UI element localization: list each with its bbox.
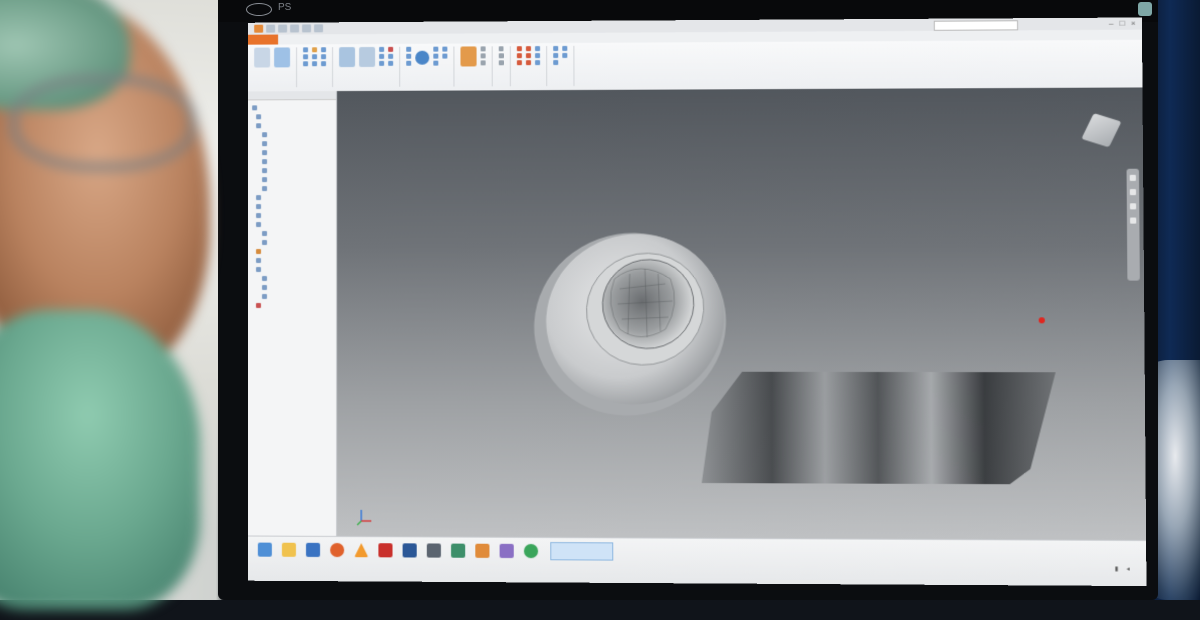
ribbon-button[interactable] bbox=[526, 60, 531, 65]
graphics-viewport[interactable] bbox=[337, 87, 1146, 541]
ribbon-group-convert bbox=[553, 46, 574, 86]
save-icon[interactable] bbox=[290, 24, 299, 32]
photos-icon[interactable] bbox=[500, 544, 514, 558]
app-icon[interactable] bbox=[451, 544, 465, 558]
ribbon-button[interactable] bbox=[442, 47, 447, 52]
ribbon-group-pattern bbox=[460, 46, 492, 86]
surgical-mask bbox=[0, 310, 200, 610]
ribbon-button[interactable] bbox=[499, 53, 504, 58]
marker-point bbox=[1039, 317, 1045, 323]
ribbon-button[interactable] bbox=[433, 54, 438, 59]
globe-icon[interactable] bbox=[415, 51, 429, 65]
cone-icon[interactable] bbox=[354, 543, 368, 557]
ribbon-button[interactable] bbox=[379, 47, 384, 52]
ribbon-button[interactable] bbox=[406, 61, 411, 66]
ribbon-button[interactable] bbox=[312, 47, 317, 52]
ribbon-button[interactable] bbox=[535, 60, 540, 65]
extrude-icon[interactable] bbox=[339, 47, 355, 67]
word-icon[interactable] bbox=[403, 543, 417, 557]
ribbon-button[interactable] bbox=[303, 61, 308, 66]
ribbon-button[interactable] bbox=[553, 53, 558, 58]
look-at-icon[interactable] bbox=[1130, 218, 1136, 224]
close-icon[interactable]: × bbox=[1131, 19, 1136, 28]
ribbon-button[interactable] bbox=[442, 54, 447, 59]
window-controls: – □ × bbox=[1109, 19, 1136, 28]
ribbon-button[interactable] bbox=[303, 47, 308, 52]
ribbon-button[interactable] bbox=[499, 46, 504, 51]
ribbon-button[interactable] bbox=[517, 60, 522, 65]
ribbon-button[interactable] bbox=[553, 60, 558, 65]
autodesk-icon[interactable] bbox=[378, 543, 392, 557]
undo-icon[interactable] bbox=[302, 24, 311, 32]
ribbon-button[interactable] bbox=[433, 47, 438, 52]
ribbon-button[interactable] bbox=[526, 53, 531, 58]
ribbon-button[interactable] bbox=[303, 54, 308, 59]
scan-mesh-surface[interactable] bbox=[701, 372, 1056, 485]
ribbon-button[interactable] bbox=[312, 61, 317, 66]
ribbon-button[interactable] bbox=[406, 47, 411, 52]
create-2d-sketch-icon[interactable] bbox=[274, 47, 290, 67]
ribbon-button[interactable] bbox=[517, 46, 522, 51]
ribbon-button[interactable] bbox=[388, 61, 393, 66]
ribbon-button[interactable] bbox=[535, 46, 540, 51]
help-search-input[interactable] bbox=[934, 20, 1018, 31]
maximize-icon[interactable]: □ bbox=[1120, 19, 1125, 28]
vmware-icon[interactable] bbox=[427, 543, 441, 557]
folder-icon[interactable] bbox=[282, 543, 296, 557]
monitor-led bbox=[1138, 2, 1152, 16]
ribbon-button[interactable] bbox=[388, 54, 393, 59]
ribbon-button[interactable] bbox=[562, 53, 567, 58]
ribbon-button[interactable] bbox=[321, 47, 326, 52]
minimize-icon[interactable]: – bbox=[1109, 19, 1114, 28]
chrome-icon[interactable] bbox=[524, 544, 538, 558]
ribbon-group-work-features bbox=[499, 46, 511, 86]
navigation-bar[interactable] bbox=[1127, 169, 1140, 281]
ribbon-button[interactable] bbox=[312, 54, 317, 59]
ribbon-button[interactable] bbox=[406, 54, 411, 59]
ribbon-button[interactable] bbox=[481, 46, 486, 51]
redo-icon[interactable] bbox=[314, 24, 323, 32]
zoom-icon[interactable] bbox=[1130, 189, 1136, 195]
ribbon-button[interactable] bbox=[562, 46, 567, 51]
ribbon-button[interactable] bbox=[553, 46, 558, 51]
ribbon-button[interactable] bbox=[388, 47, 393, 52]
viewcube-icon[interactable] bbox=[1081, 113, 1121, 148]
ribbon-button[interactable] bbox=[481, 60, 486, 65]
media-icon[interactable] bbox=[306, 543, 320, 557]
screen: – □ × bbox=[248, 17, 1147, 586]
taskbar: ▮ ◂ bbox=[248, 535, 1147, 586]
ribbon-button[interactable] bbox=[321, 61, 326, 66]
ribbon-group-modify bbox=[339, 47, 400, 87]
pan-icon[interactable] bbox=[1130, 175, 1136, 181]
ribbon-group-surface bbox=[517, 46, 547, 86]
revolve-icon[interactable] bbox=[359, 47, 375, 67]
eyeglasses bbox=[10, 75, 196, 171]
open-icon[interactable] bbox=[278, 25, 287, 33]
active-task-highlight bbox=[550, 542, 613, 561]
ribbon-button[interactable] bbox=[517, 53, 522, 58]
ribbon-button[interactable] bbox=[379, 61, 384, 66]
ribbon-button[interactable] bbox=[379, 54, 384, 59]
ribbon-button[interactable] bbox=[433, 61, 438, 66]
volume-icon[interactable]: ◂ bbox=[1127, 565, 1130, 572]
orbit-icon[interactable] bbox=[1130, 203, 1136, 209]
monitor: PS – □ × bbox=[218, 0, 1158, 600]
app-icon[interactable] bbox=[475, 544, 489, 558]
person-foreground bbox=[0, 0, 270, 620]
ribbon-button[interactable] bbox=[499, 60, 504, 65]
ribbon-group-create bbox=[303, 47, 333, 87]
pattern-icon[interactable] bbox=[460, 46, 476, 66]
firefox-icon[interactable] bbox=[330, 543, 344, 557]
ribbon-button[interactable] bbox=[526, 46, 531, 51]
ribbon-button[interactable] bbox=[321, 54, 326, 59]
network-icon[interactable]: ▮ bbox=[1115, 565, 1118, 572]
ribbon-button[interactable] bbox=[535, 53, 540, 58]
taskbar-icons bbox=[258, 543, 538, 559]
ribbon-group-explore bbox=[406, 47, 454, 87]
axis-triad-icon bbox=[355, 507, 375, 527]
monitor-brand-text: PS bbox=[278, 2, 291, 13]
system-tray: ▮ ◂ bbox=[1115, 565, 1138, 572]
ribbon-button[interactable] bbox=[481, 53, 486, 58]
